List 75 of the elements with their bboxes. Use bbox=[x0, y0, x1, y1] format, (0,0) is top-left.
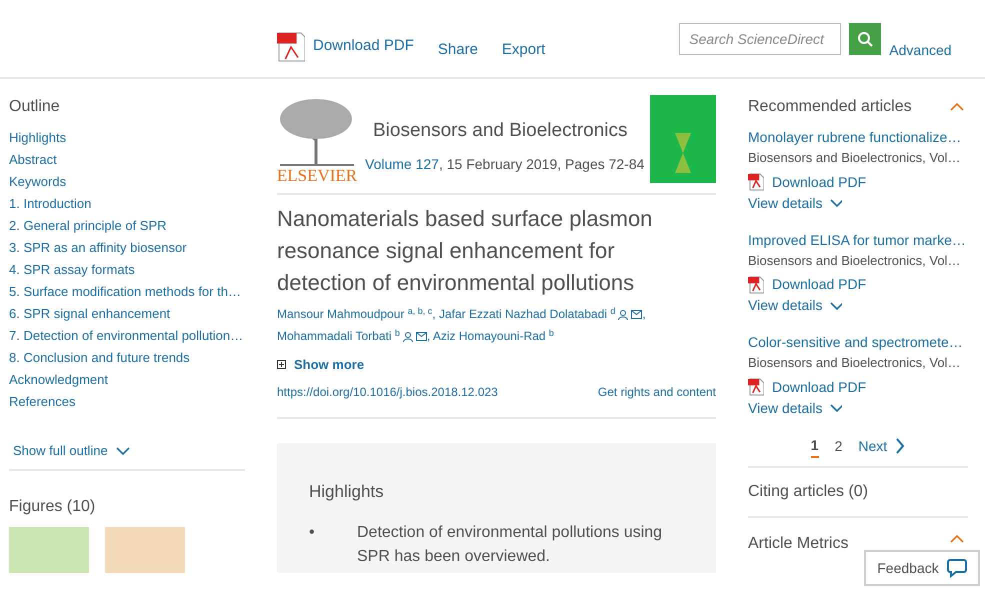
view-details-link[interactable]: View details bbox=[748, 398, 842, 418]
download-pdf-link[interactable]: Download PDF bbox=[748, 274, 968, 295]
share-link[interactable]: Share bbox=[438, 39, 478, 62]
outline-link[interactable]: 6. SPR signal enhancement bbox=[9, 303, 245, 325]
comma-separator: , bbox=[432, 307, 436, 321]
outline-link[interactable]: 1. Introduction bbox=[9, 193, 245, 215]
article-link[interactable]: Improved ELISA for tumor marke… bbox=[748, 230, 968, 250]
plus-box-icon bbox=[277, 360, 286, 370]
view-details-link[interactable]: View details bbox=[748, 295, 842, 316]
rights-link[interactable]: Get rights and content bbox=[598, 383, 716, 402]
bullet: • bbox=[309, 522, 316, 543]
show-more-link[interactable]: Show more bbox=[277, 355, 364, 374]
recommended-heading: Recommended articles bbox=[748, 97, 912, 117]
citing-heading[interactable]: Citing articles (0) bbox=[748, 468, 968, 516]
outline-link[interactable]: 2. General principle of SPR bbox=[9, 215, 245, 237]
search-field[interactable]: Search ScienceDirect bbox=[679, 22, 842, 54]
chevron-down-icon bbox=[830, 198, 842, 208]
outline-link[interactable]: Acknowledgment bbox=[9, 369, 245, 391]
comma-separator: , bbox=[426, 329, 430, 343]
search-icon bbox=[857, 30, 874, 46]
outline-link[interactable]: 4. SPR assay formats bbox=[9, 259, 245, 281]
page-link[interactable]: 1 bbox=[810, 434, 819, 458]
mail-icon bbox=[631, 310, 642, 320]
speech-bubble-icon bbox=[946, 558, 967, 578]
volume-info: Volume 127, 15 February 2019, Pages 72-84 bbox=[365, 154, 646, 174]
pdf-icon bbox=[277, 32, 305, 62]
outline-link[interactable]: 5. Surface modification methods for th… bbox=[9, 281, 245, 303]
author-link[interactable]: Mohammadali Torbati $^{b}$ bbox=[277, 329, 400, 343]
article-source: Biosensors and Bioelectronics, Vol… bbox=[748, 149, 962, 167]
article-link[interactable]: Monolayer rubrene functionalize… bbox=[748, 127, 968, 148]
chevron-down-icon bbox=[830, 300, 842, 310]
author-link[interactable]: Aziz Homayouni-Rad $^{b}$ bbox=[432, 329, 554, 343]
outline-heading: Outline bbox=[9, 97, 61, 117]
doi-link[interactable]: https://doi.org/10.1016/j.bios.2018.12.023 bbox=[277, 383, 498, 402]
figure-thumbnail[interactable] bbox=[9, 527, 89, 573]
highlights-heading: Highlights bbox=[309, 481, 385, 504]
volume-link[interactable]: Volume 127 bbox=[365, 156, 439, 172]
outline-link[interactable]: References bbox=[9, 391, 245, 413]
view-details-link[interactable]: View details bbox=[748, 192, 842, 214]
download-pdf-link[interactable]: Download PDF bbox=[277, 32, 414, 62]
outline-link[interactable]: 7. Detection of environmental pollution… bbox=[9, 325, 245, 347]
highlight-text: Detection of environmental pollutions using SPR has been overviewed. bbox=[357, 522, 664, 567]
pdf-icon bbox=[748, 276, 764, 294]
chevron-right-icon bbox=[895, 438, 906, 454]
outline-link[interactable]: 8. Conclusion and future trends bbox=[9, 347, 245, 369]
article-link[interactable]: Color-sensitive and spectromete… bbox=[748, 332, 968, 353]
page-link[interactable]: 2 bbox=[834, 436, 842, 456]
journal-name[interactable]: Biosensors and Bioelectronics bbox=[365, 117, 650, 146]
feedback-button[interactable]: Feedback bbox=[864, 550, 980, 586]
metrics-heading: Article Metrics bbox=[748, 534, 848, 554]
next-page-link[interactable]: Next bbox=[858, 436, 906, 456]
show-full-outline-link[interactable]: Show full outline bbox=[13, 441, 132, 460]
figures-heading: Figures (10) bbox=[9, 497, 96, 517]
advanced-search-link[interactable]: Advanced bbox=[889, 40, 952, 61]
article-source: Biosensors and Bioelectronics, Vol… bbox=[748, 354, 962, 372]
export-link[interactable]: Export bbox=[502, 39, 546, 62]
comma-separator: , bbox=[642, 307, 646, 321]
chevron-down-icon bbox=[116, 446, 132, 456]
figure-thumbnail[interactable] bbox=[105, 527, 185, 573]
publisher-name: ELSEVIER bbox=[276, 167, 358, 185]
pdf-icon bbox=[748, 378, 764, 396]
download-pdf-link[interactable]: Download PDF bbox=[748, 376, 968, 398]
outline-link[interactable]: Highlights bbox=[9, 127, 245, 149]
article-title: Nanomaterials based surface plasmon resonance signal enhancement for detection of environmental pollutions bbox=[277, 205, 654, 297]
author-link[interactable]: Mansour Mahmoudpour a, b, c bbox=[277, 307, 432, 321]
outline-link[interactable]: Abstract bbox=[9, 149, 245, 171]
author-link[interactable]: Jafar Ezzati Nazhad Dolatabadi $^{d}$ bbox=[438, 307, 616, 321]
mail-icon bbox=[416, 332, 427, 342]
chevron-down-icon bbox=[830, 403, 842, 413]
pdf-icon bbox=[748, 173, 764, 191]
outline-link[interactable]: 3. SPR as an affinity biosensor bbox=[9, 237, 245, 259]
outline-link[interactable]: Keywords bbox=[9, 171, 245, 193]
article-source: Biosensors and Bioelectronics, Vol… bbox=[748, 252, 962, 270]
download-pdf-link[interactable]: Download PDF bbox=[748, 172, 968, 192]
search-button[interactable] bbox=[849, 22, 882, 54]
